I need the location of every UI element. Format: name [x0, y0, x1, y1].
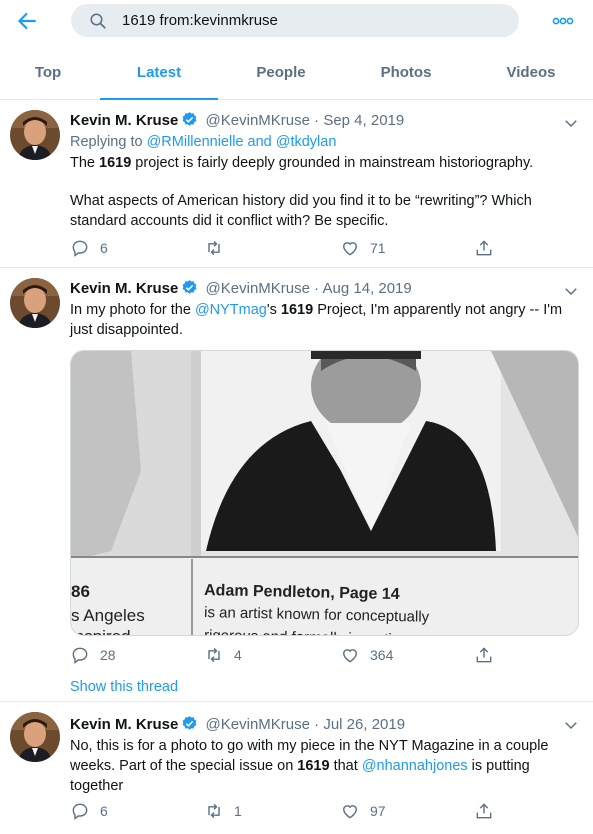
- retweet-icon: [208, 803, 220, 819]
- tweet[interactable]: Kevin M. Kruse @KevinMKruse · Aug 14, 20…: [0, 268, 593, 702]
- photo-left-number: 86: [71, 582, 90, 601]
- verified-badge-icon: [181, 715, 198, 732]
- like-count: 71: [370, 240, 386, 256]
- tweet-header: Kevin M. Kruse @KevinMKruse · Aug 14, 20…: [70, 279, 412, 297]
- like-button[interactable]: 71: [340, 237, 386, 259]
- mention-link[interactable]: @nhannahjones: [362, 758, 468, 774]
- search-icon: [89, 12, 107, 30]
- retweet-button[interactable]: 4: [204, 644, 242, 666]
- tweet-text-paragraph: What aspects of American history did you…: [70, 193, 532, 229]
- reply-count: 6: [100, 240, 108, 256]
- separator-dot: ·: [314, 280, 320, 297]
- tweet-date[interactable]: Jul 26, 2019: [323, 716, 405, 733]
- reply-button[interactable]: 6: [70, 237, 108, 259]
- tab-top[interactable]: Top: [0, 44, 96, 100]
- more-options-icon[interactable]: [551, 11, 575, 31]
- tweet-header: Kevin M. Kruse @KevinMKruse · Sep 4, 201…: [70, 111, 404, 129]
- chevron-down-icon[interactable]: [562, 282, 580, 300]
- tweet-actions: 28 4 364: [70, 644, 500, 666]
- author-name[interactable]: Kevin M. Kruse: [70, 280, 178, 297]
- heart-icon: [343, 805, 357, 819]
- share-button[interactable]: [474, 644, 494, 666]
- mention-link[interactable]: @NYTmag: [195, 302, 267, 318]
- heart-icon: [343, 649, 357, 663]
- top-bar: 1619 from:kevinmkruse: [0, 0, 593, 42]
- author-name[interactable]: Kevin M. Kruse: [70, 716, 178, 733]
- share-button[interactable]: [474, 800, 494, 822]
- tweet-text: In my photo for the @NYTmag's 1619 Proje…: [70, 302, 563, 338]
- search-input[interactable]: 1619 from:kevinmkruse: [122, 12, 278, 29]
- reply-icon: [72, 240, 88, 257]
- reply-context: Replying to @RMillennielle and @tkdylan: [70, 134, 337, 150]
- share-icon: [476, 240, 492, 256]
- photo-left-cut: inspired: [71, 627, 131, 636]
- like-button[interactable]: 97: [340, 800, 386, 822]
- tweet-date[interactable]: Sep 4, 2019: [323, 112, 404, 129]
- avatar[interactable]: [10, 110, 60, 160]
- magazine-photo: 86 s Angeles inspired Adam Pendleton, Pa…: [71, 351, 578, 636]
- show-this-thread-link[interactable]: Show this thread: [70, 679, 178, 695]
- tweet[interactable]: Kevin M. Kruse @KevinMKruse · Jul 26, 20…: [0, 702, 593, 834]
- retweet-count: 1: [234, 803, 242, 819]
- back-arrow-icon[interactable]: [14, 8, 40, 34]
- like-count: 97: [370, 803, 386, 819]
- retweet-count: 4: [234, 647, 242, 663]
- separator-dot: ·: [314, 112, 320, 129]
- chevron-down-icon[interactable]: [562, 114, 580, 132]
- tab-videos[interactable]: Videos: [472, 44, 590, 100]
- reply-count: 28: [100, 647, 116, 663]
- reply-icon: [72, 803, 88, 820]
- reply-button[interactable]: 28: [70, 644, 116, 666]
- retweet-icon: [208, 240, 220, 256]
- author-handle: @KevinMKruse: [205, 280, 310, 297]
- reply-count: 6: [100, 803, 108, 819]
- search-field[interactable]: 1619 from:kevinmkruse: [71, 4, 519, 37]
- tweet-date[interactable]: Aug 14, 2019: [323, 280, 412, 297]
- retweet-button[interactable]: 1: [204, 800, 242, 822]
- tweet-header: Kevin M. Kruse @KevinMKruse · Jul 26, 20…: [70, 715, 405, 733]
- tab-photos[interactable]: Photos: [346, 44, 466, 100]
- search-tabs: Top Latest People Photos Videos: [0, 44, 593, 100]
- avatar[interactable]: [10, 278, 60, 328]
- tab-people[interactable]: People: [222, 44, 340, 100]
- like-count: 364: [370, 647, 394, 663]
- author-handle: @KevinMKruse: [205, 716, 310, 733]
- tweet[interactable]: Kevin M. Kruse @KevinMKruse · Sep 4, 201…: [0, 100, 593, 268]
- tab-latest[interactable]: Latest: [100, 44, 218, 100]
- reply-button[interactable]: 6: [70, 800, 108, 822]
- author-handle: @KevinMKruse: [205, 112, 310, 129]
- reply-icon: [72, 647, 88, 664]
- retweet-button[interactable]: [204, 237, 234, 259]
- replying-to-users[interactable]: @RMillennielle and @tkdylan: [147, 134, 337, 150]
- tweet-text: The 1619 project is fairly deeply ground…: [70, 155, 534, 171]
- chevron-down-icon[interactable]: [562, 716, 580, 734]
- verified-badge-icon: [181, 111, 198, 128]
- like-button[interactable]: 364: [340, 644, 393, 666]
- separator-dot: ·: [314, 716, 320, 733]
- avatar[interactable]: [10, 712, 60, 762]
- tweet-photo[interactable]: 86 s Angeles inspired Adam Pendleton, Pa…: [70, 350, 579, 636]
- tweet-text: No, this is for a photo to go with my pi…: [70, 738, 549, 794]
- photo-left-city: s Angeles: [71, 606, 145, 625]
- share-icon: [476, 803, 492, 819]
- verified-badge-icon: [181, 279, 198, 296]
- author-name[interactable]: Kevin M. Kruse: [70, 112, 178, 129]
- share-button[interactable]: [474, 237, 494, 259]
- heart-icon: [343, 242, 357, 256]
- tweet-actions: 6 1 97: [70, 800, 500, 822]
- tweet-actions: 6 71: [70, 237, 500, 259]
- retweet-icon: [208, 647, 220, 663]
- share-icon: [476, 647, 492, 663]
